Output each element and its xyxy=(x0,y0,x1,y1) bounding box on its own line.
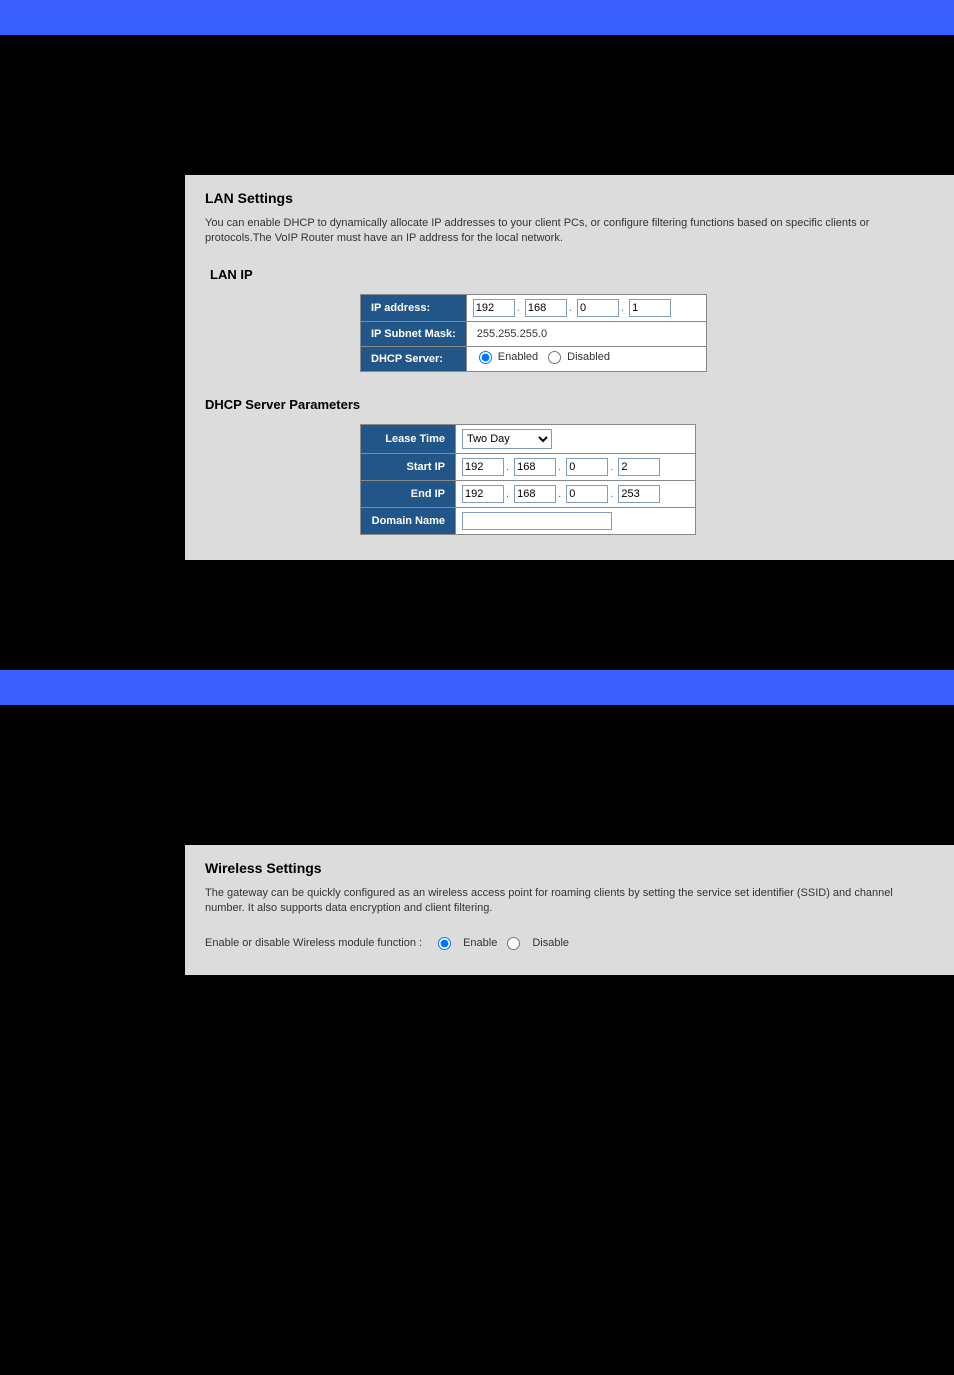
start-ip-value: . . . xyxy=(456,453,696,480)
wireless-enable-radio[interactable] xyxy=(438,937,451,950)
end-ip-octet-4[interactable] xyxy=(618,485,660,503)
lease-time-value: Two Day xyxy=(456,424,696,453)
subnet-mask-label: IP Subnet Mask: xyxy=(361,321,467,346)
start-ip-octet-2[interactable] xyxy=(514,458,556,476)
wireless-settings-title: Wireless Settings xyxy=(205,860,934,876)
lease-time-label: Lease Time xyxy=(361,424,456,453)
domain-name-label: Domain Name xyxy=(361,507,456,534)
wireless-settings-panel: Wireless Settings The gateway can be qui… xyxy=(185,845,954,975)
gap-1 xyxy=(0,35,954,175)
wireless-enable-row: Enable or disable Wireless module functi… xyxy=(205,937,934,950)
start-ip-octet-3[interactable] xyxy=(566,458,608,476)
end-ip-octet-1[interactable] xyxy=(462,485,504,503)
dhcp-params-heading: DHCP Server Parameters xyxy=(205,397,934,412)
start-ip-label: Start IP xyxy=(361,453,456,480)
dhcp-enabled-radio[interactable] xyxy=(479,351,492,364)
lease-time-select[interactable]: Two Day xyxy=(462,429,552,449)
dhcp-enabled-label: Enabled xyxy=(498,351,538,363)
start-ip-octet-4[interactable] xyxy=(618,458,660,476)
ip-octet-4[interactable] xyxy=(629,299,671,317)
wireless-settings-description: The gateway can be quickly configured as… xyxy=(205,886,934,917)
lan-settings-panel: LAN Settings You can enable DHCP to dyna… xyxy=(185,175,954,560)
start-ip-octet-1[interactable] xyxy=(462,458,504,476)
end-ip-value: . . . xyxy=(456,480,696,507)
wireless-disable-label: Disable xyxy=(532,937,569,949)
lan-settings-description: You can enable DHCP to dynamically alloc… xyxy=(205,216,934,247)
gap-2 xyxy=(0,560,954,670)
gap-4 xyxy=(0,975,954,1375)
end-ip-label: End IP xyxy=(361,480,456,507)
gap-3 xyxy=(0,705,954,845)
lan-ip-table: IP address: . . . IP Subnet Mask: 255.25… xyxy=(360,294,707,372)
lan-ip-heading: LAN IP xyxy=(210,267,934,282)
ip-address-value: . . . xyxy=(466,294,706,321)
lan-settings-title: LAN Settings xyxy=(205,190,934,206)
ip-octet-2[interactable] xyxy=(525,299,567,317)
subnet-mask-value: 255.255.255.0 xyxy=(466,321,706,346)
wireless-disable-radio[interactable] xyxy=(507,937,520,950)
dhcp-disabled-label: Disabled xyxy=(567,351,610,363)
domain-name-value xyxy=(456,507,696,534)
top-blue-bar xyxy=(0,0,954,35)
ip-octet-3[interactable] xyxy=(577,299,619,317)
end-ip-octet-3[interactable] xyxy=(566,485,608,503)
wireless-enable-label: Enable xyxy=(463,937,497,949)
ip-address-label: IP address: xyxy=(361,294,467,321)
domain-name-input[interactable] xyxy=(462,512,612,530)
wireless-toggle-text: Enable or disable Wireless module functi… xyxy=(205,937,422,949)
dhcp-params-table: Lease Time Two Day Start IP . . . End IP… xyxy=(360,424,696,535)
end-ip-octet-2[interactable] xyxy=(514,485,556,503)
dhcp-server-value: Enabled Disabled xyxy=(466,346,706,371)
dhcp-disabled-radio[interactable] xyxy=(548,351,561,364)
ip-octet-1[interactable] xyxy=(473,299,515,317)
dhcp-server-label: DHCP Server: xyxy=(361,346,467,371)
mid-blue-bar xyxy=(0,670,954,705)
